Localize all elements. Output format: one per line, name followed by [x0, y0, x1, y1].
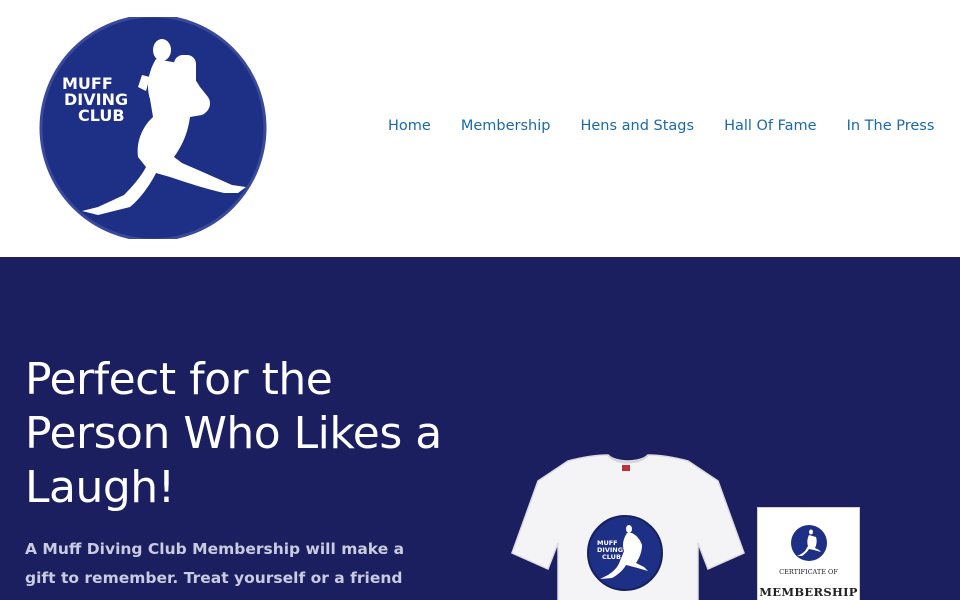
muff-diving-club-logo[interactable]: MUFF DIVING CLUB: [38, 17, 268, 239]
hero-text: A Muff Diving Club Membership will make …: [25, 540, 405, 600]
tshirt-image: MUFF DIVING CLUB: [511, 454, 745, 600]
hero-section: Perfect for the Person Who Likes a Laugh…: [0, 257, 960, 600]
membership-certificate-image: CERTIFICATE OF MEMBERSHIP: [757, 507, 860, 600]
site-header: MUFF DIVING CLUB Home Membership Hens an…: [0, 0, 960, 257]
certificate-subtitle: CERTIFICATE OF: [779, 568, 838, 576]
nav-in-the-press[interactable]: In The Press: [847, 118, 935, 134]
nav-home[interactable]: Home: [388, 118, 431, 134]
nav-hens-and-stags[interactable]: Hens and Stags: [580, 118, 694, 134]
main-nav: Home Membership Hens and Stags Hall Of F…: [388, 118, 934, 134]
nav-hall-of-fame[interactable]: Hall Of Fame: [724, 118, 817, 134]
nav-membership[interactable]: Membership: [461, 118, 551, 134]
certificate-title: MEMBERSHIP: [759, 585, 858, 599]
hero-title: Perfect for the Person Who Likes a Laugh…: [25, 354, 442, 513]
svg-text:CLUB: CLUB: [78, 106, 125, 125]
certificate-logo-icon: [791, 525, 827, 561]
svg-text:CLUB: CLUB: [602, 553, 621, 561]
